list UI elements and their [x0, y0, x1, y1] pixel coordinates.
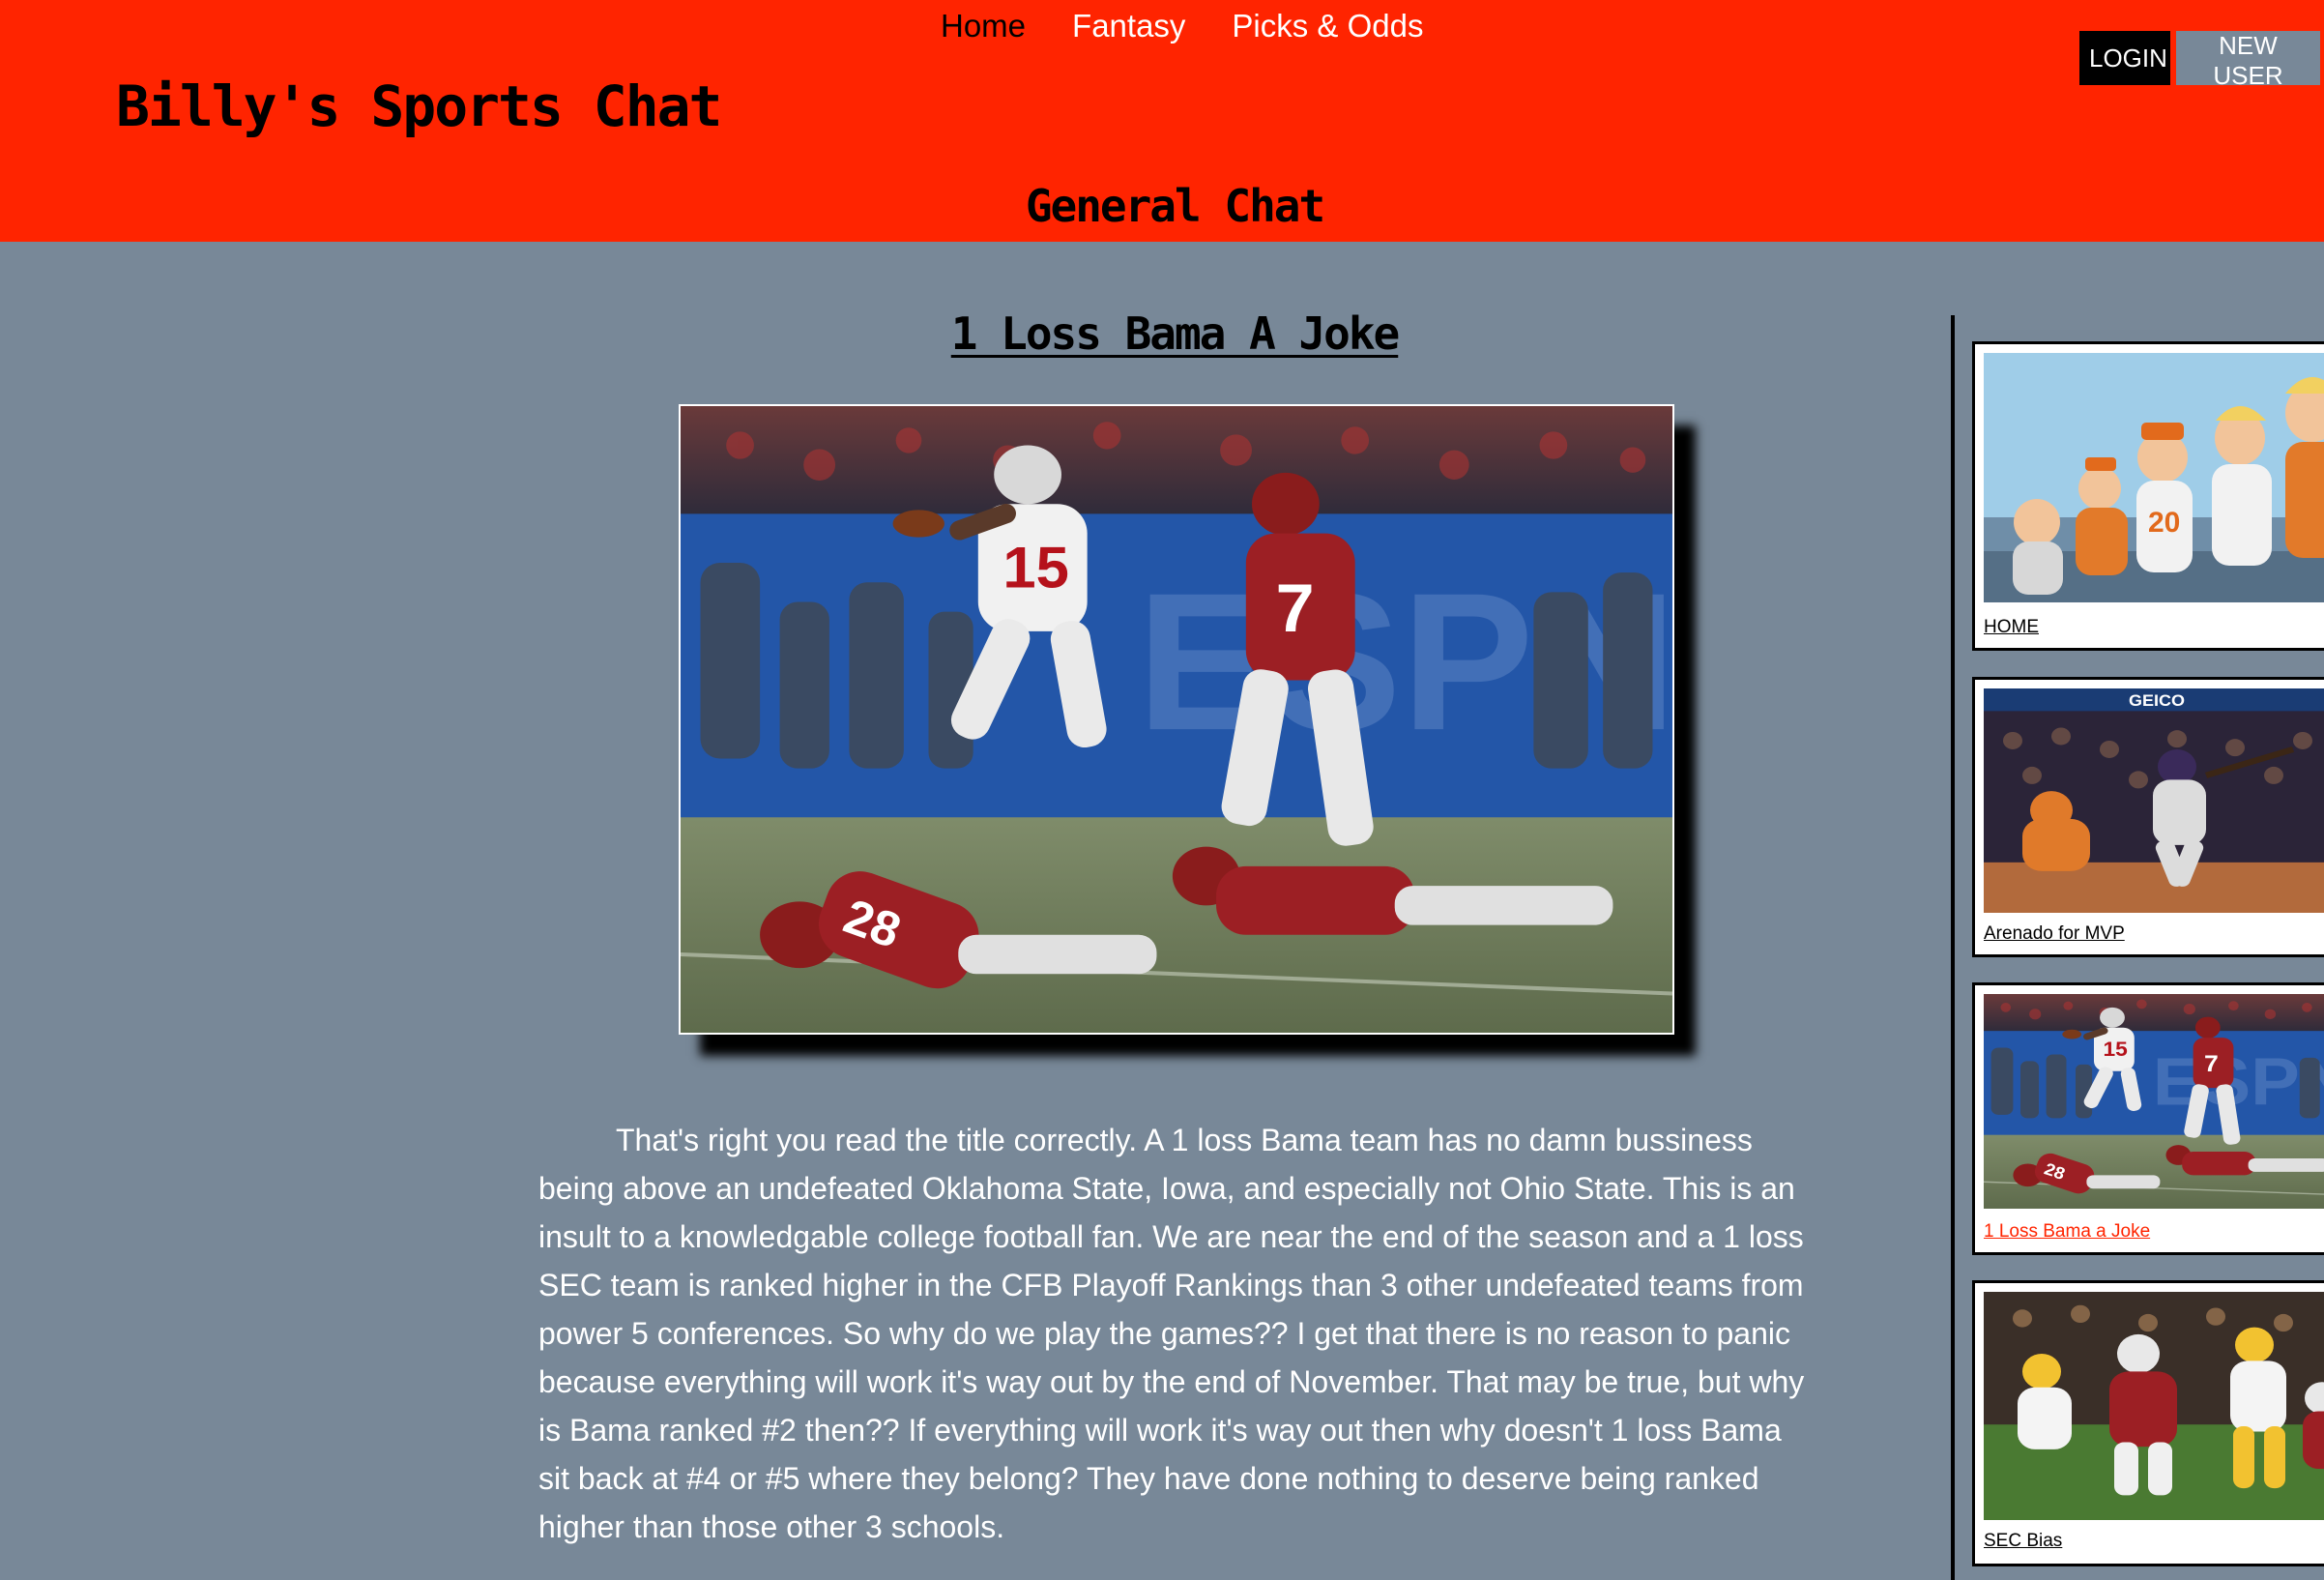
login-button[interactable]: LOGIN	[2079, 31, 2170, 85]
nav-picks-odds-link[interactable]: Picks & Odds	[1232, 6, 1423, 46]
sidebar-item-link[interactable]: HOME	[1984, 617, 2039, 638]
sec-football-thumbnail-image	[1984, 1292, 2324, 1520]
football-action-photo	[681, 406, 1672, 1033]
section-title: General Chat	[1025, 180, 1325, 232]
sidebar-item-link[interactable]: SEC Bias	[1984, 1531, 2062, 1552]
football-thumbnail-image	[1984, 994, 2324, 1209]
sidebar-item-bama[interactable]: 1 Loss Bama a Joke	[1972, 982, 2324, 1255]
sidebar-thumbnail[interactable]	[1984, 1292, 2324, 1520]
sidebar-item-link[interactable]: Arenado for MVP	[1984, 923, 2125, 945]
site-header: Home Fantasy Picks & Odds Billy's Sports…	[0, 0, 2324, 242]
new-user-button[interactable]: NEW USER	[2176, 31, 2320, 90]
article-title-text: 1 Loss Bama A Joke	[950, 307, 1400, 360]
sidebar-item-arenado[interactable]: Arenado for MVP	[1972, 677, 2324, 957]
article-hero-image	[679, 404, 1674, 1035]
sidebar-item-link-active[interactable]: 1 Loss Bama a Joke	[1984, 1221, 2150, 1243]
sidebar-thumbnail[interactable]	[1984, 688, 2324, 913]
sidebar-divider	[1951, 315, 1955, 1580]
nav-fantasy-link[interactable]: Fantasy	[1072, 6, 1185, 46]
baseball-thumbnail-image	[1984, 688, 2324, 913]
main-nav: Home Fantasy Picks & Odds	[941, 6, 1424, 46]
nav-home-link[interactable]: Home	[941, 6, 1026, 46]
auth-buttons: LOGIN NEW USER	[2079, 31, 2320, 90]
sidebar-item-sec-bias[interactable]: SEC Bias	[1972, 1280, 2324, 1566]
sidebar-thumbnail[interactable]	[1984, 994, 2324, 1209]
sidebar-item-home[interactable]: HOME	[1972, 341, 2324, 651]
site-title[interactable]: Billy's Sports Chat	[116, 73, 722, 139]
sidebar-thumbnail[interactable]	[1984, 353, 2324, 602]
cartoon-thumbnail-image	[1984, 353, 2324, 602]
article-body: That's right you read the title correctl…	[538, 1123, 1805, 1544]
